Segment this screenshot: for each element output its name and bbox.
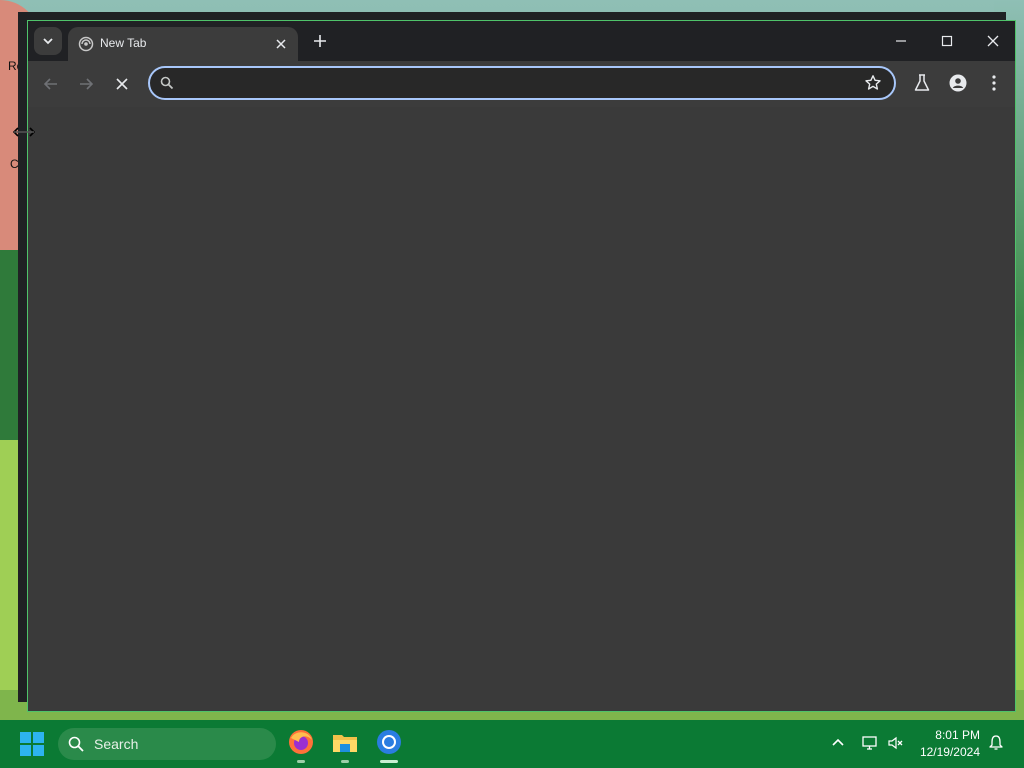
volume-muted-icon[interactable] — [887, 734, 905, 752]
loading-globe-icon — [78, 36, 94, 52]
chevron-down-icon — [43, 38, 53, 45]
taskbar: Search 8:01 PM 12/19/2024 — [0, 720, 1024, 768]
tab-search-button[interactable] — [34, 27, 62, 55]
clock-time[interactable]: 8:01 PM — [935, 728, 980, 742]
person-icon — [949, 74, 967, 92]
chrome-icon[interactable] — [375, 728, 403, 756]
search-label: Search — [94, 736, 139, 752]
minimize-icon — [896, 40, 906, 42]
firefox-indicator — [297, 760, 305, 763]
minimize-button[interactable] — [878, 21, 924, 61]
tab-title: New Tab — [100, 36, 147, 50]
page-content[interactable] — [28, 107, 1015, 711]
kebab-menu-icon — [992, 75, 996, 91]
clock-date[interactable]: 12/19/2024 — [920, 745, 980, 759]
stop-loading-button[interactable] — [109, 71, 135, 97]
close-icon — [276, 39, 286, 49]
forward-button[interactable] — [73, 71, 99, 97]
browser-menu-button[interactable] — [983, 72, 1005, 94]
firefox-icon[interactable] — [287, 728, 315, 756]
address-bar[interactable] — [148, 66, 896, 100]
chevron-up-icon[interactable] — [829, 734, 847, 752]
windows-start-icon[interactable] — [20, 732, 44, 756]
arrow-right-icon — [80, 78, 94, 90]
browser-window: New Tab — [27, 20, 1016, 712]
labs-button[interactable] — [911, 72, 933, 94]
browser-toolbar — [28, 61, 1015, 107]
flask-icon — [914, 74, 930, 91]
back-button[interactable] — [38, 71, 64, 97]
taskbar-search[interactable]: Search — [58, 728, 276, 760]
network-icon[interactable] — [861, 734, 879, 752]
maximize-icon — [941, 35, 953, 47]
close-icon — [987, 35, 999, 47]
title-bar[interactable]: New Tab — [28, 21, 1015, 61]
profile-button[interactable] — [947, 72, 969, 94]
close-window-button[interactable] — [970, 21, 1016, 61]
file-explorer-indicator — [341, 760, 349, 763]
tab-new-tab[interactable]: New Tab — [68, 27, 298, 61]
star-icon[interactable] — [864, 74, 882, 92]
file-explorer-icon[interactable] — [331, 728, 359, 756]
chrome-indicator — [380, 760, 398, 763]
close-icon — [116, 78, 128, 90]
notification-bell-icon[interactable] — [987, 734, 1005, 752]
address-input[interactable] — [184, 74, 848, 94]
resize-cursor-icon — [13, 127, 35, 137]
maximize-button[interactable] — [924, 21, 970, 61]
new-tab-button[interactable] — [308, 29, 332, 53]
tab-close-button[interactable] — [272, 35, 290, 53]
plus-icon — [314, 35, 326, 47]
search-icon — [68, 736, 84, 752]
search-icon — [160, 76, 174, 90]
arrow-left-icon — [43, 78, 57, 90]
